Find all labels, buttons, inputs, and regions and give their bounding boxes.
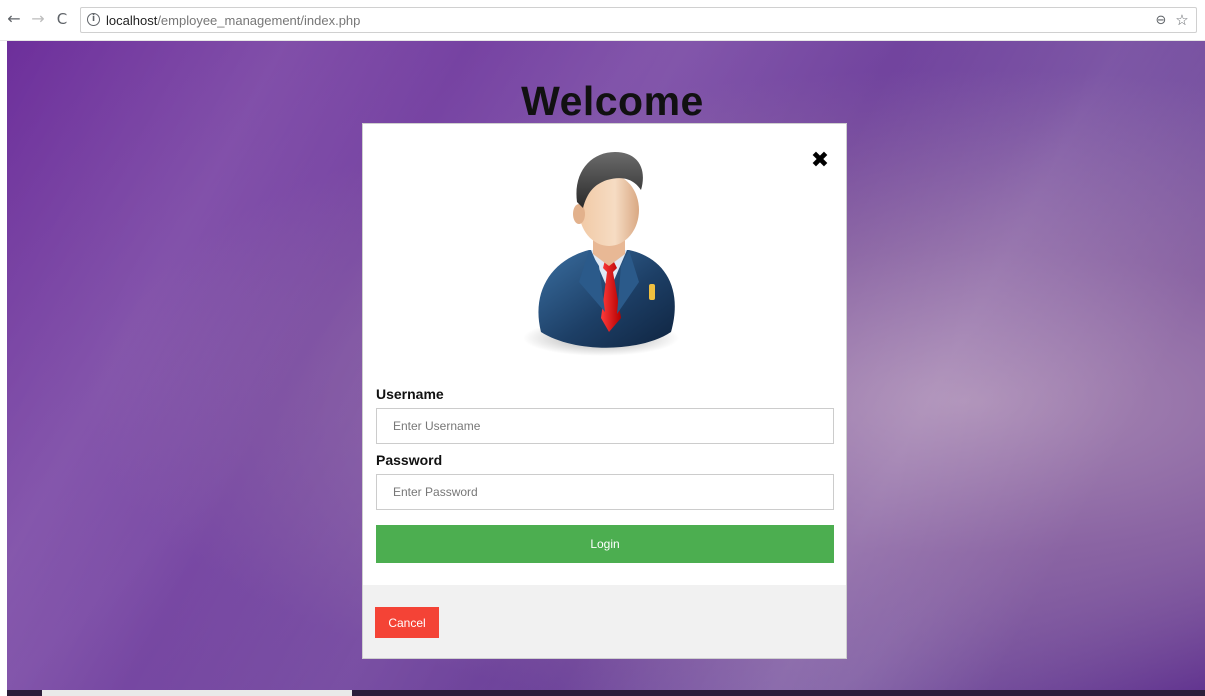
bookmark-star-icon[interactable]: ☆ — [1174, 11, 1190, 29]
welcome-heading: Welcome — [521, 78, 704, 124]
info-icon[interactable]: i — [87, 13, 100, 26]
password-label: Password — [376, 452, 443, 468]
modal-footer: Cancel — [363, 585, 846, 658]
reload-icon[interactable]: C — [52, 9, 72, 29]
close-icon[interactable]: ✖ — [811, 150, 829, 172]
browser-toolbar: ← → C i localhost/employee_management/in… — [0, 0, 1205, 41]
back-arrow-icon[interactable]: ← — [4, 9, 24, 29]
businessman-avatar-icon — [523, 152, 679, 356]
zoom-icon[interactable]: ⊖ — [1153, 12, 1169, 28]
url-path: /employee_management/index.php — [157, 13, 361, 28]
address-bar[interactable]: i localhost/employee_management/index.ph… — [80, 7, 1197, 33]
url-text[interactable]: localhost/employee_management/index.php — [106, 13, 360, 28]
username-input[interactable] — [376, 408, 834, 444]
username-label: Username — [376, 386, 444, 402]
url-host: localhost — [106, 13, 158, 28]
cancel-button[interactable]: Cancel — [375, 607, 439, 638]
bottom-tab-strip — [42, 690, 352, 696]
login-button[interactable]: Login — [376, 525, 834, 563]
forward-arrow-icon[interactable]: → — [28, 9, 48, 29]
page-bottom-strip — [7, 690, 1205, 696]
login-modal: ✖ Username Enter Username Password Login… — [362, 123, 847, 659]
password-input[interactable] — [376, 474, 834, 510]
